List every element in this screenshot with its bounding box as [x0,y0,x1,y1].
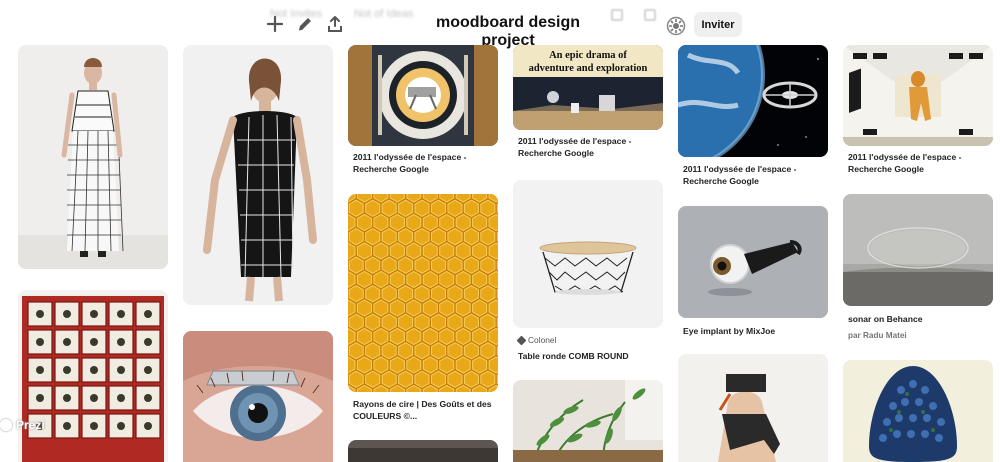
prezi-watermark: Prezi [0,418,45,432]
pin-caption[interactable]: 2011 l'odyssée de l'espace - Recherche G… [683,163,833,187]
pin-round-table[interactable] [513,180,663,328]
board-header: Not Invites Not of Ideas moodboard desig… [0,0,1000,49]
pin-fashion-grid-outfit[interactable] [18,45,168,269]
plus-icon[interactable] [264,13,286,35]
pin-eye-implant[interactable] [678,206,828,318]
pin-partial-bottom[interactable] [348,440,498,462]
pencil-icon[interactable] [294,13,316,35]
pin-sonar[interactable] [843,194,993,306]
pin-eye-closeup[interactable] [183,331,333,462]
share-icon[interactable] [324,13,346,35]
ghost-grid-icon [611,9,623,21]
ghost-layout-icon [644,9,656,21]
pin-caption[interactable]: sonar on Behance [848,313,998,325]
pin-space-station-ring[interactable] [348,45,498,146]
pin-glass-eyes-box[interactable] [18,290,168,462]
pin-space-poster[interactable]: An epic drama of adventure and explorati… [513,45,663,130]
pin-caption[interactable]: Eye implant by MixJoe [683,325,833,337]
svg-text:An epic drama of: An epic drama of [549,50,627,61]
watermark-text: Prezi [16,418,45,432]
pin-grid-dress[interactable] [183,45,333,305]
collaborators-icon[interactable] [666,16,686,36]
pin-fern-plant[interactable] [513,380,663,462]
prezi-logo-icon [0,419,12,431]
invite-button[interactable]: Inviter [694,12,742,37]
pin-caption[interactable]: 2011 l'odyssée de l'espace - Recherche G… [848,151,998,175]
source-tag-icon [516,335,527,345]
pin-caption[interactable]: 2011 l'odyssée de l'espace - Recherche G… [353,151,503,175]
svg-text:adventure and exploration: adventure and exploration [529,63,648,74]
ghost-tab-right: Not of Ideas [354,8,414,20]
pin-honeycomb[interactable] [348,194,498,392]
pin-earth-space-station[interactable] [678,45,828,157]
pin-caption[interactable]: Table ronde COMB ROUND [518,350,668,362]
pin-wrist-device[interactable] [678,354,828,462]
pin-space-corridor[interactable] [843,45,993,146]
pin-source[interactable]: Colonel [516,335,557,345]
pin-dragon-egg[interactable] [843,360,993,462]
source-name: Colonel [528,335,557,345]
pin-caption[interactable]: Rayons de cire | Des Goûts et des COULEU… [353,398,503,422]
pin-author[interactable]: par Radu Matei [848,331,907,340]
pin-caption[interactable]: 2011 l'odyssée de l'espace - Recherche G… [518,135,668,159]
honeycomb-pattern [348,194,498,392]
